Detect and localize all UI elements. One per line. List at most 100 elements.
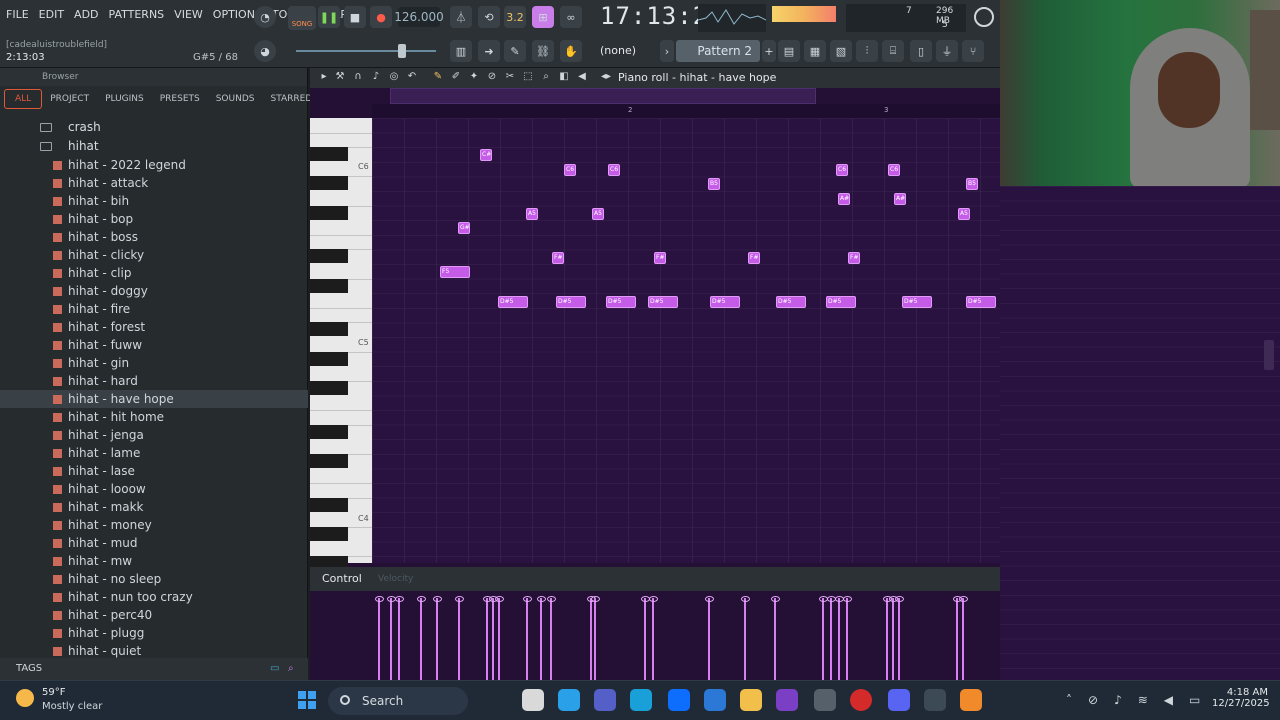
velocity-bar[interactable]: [395, 596, 404, 680]
paint-tool-icon[interactable]: ✐: [450, 71, 462, 83]
black-key[interactable]: [310, 278, 348, 293]
midi-note[interactable]: D#5: [710, 296, 740, 308]
midi-note[interactable]: D#5: [776, 296, 806, 308]
note-grid[interactable]: C#6C6C6B5C6C6B5B5A#5A#5A#5A5A5A5A5G#5G#5…: [372, 118, 1132, 563]
browser-file-item[interactable]: hihat - bih: [0, 192, 308, 210]
browser-tab-plugins[interactable]: PLUGINS: [97, 94, 152, 104]
plug-icon[interactable]: ⏚: [936, 40, 958, 62]
black-key[interactable]: [310, 380, 348, 395]
midi-note[interactable]: D#5: [606, 296, 636, 308]
folder-crash[interactable]: crash: [0, 118, 308, 137]
velocity-bar[interactable]: [417, 596, 426, 680]
midi-note[interactable]: D#5: [826, 296, 856, 308]
timeline-ruler[interactable]: 2 3: [372, 104, 1000, 118]
velocity-bar[interactable]: [959, 596, 968, 680]
black-key[interactable]: [310, 147, 348, 162]
note-icon[interactable]: ♪: [370, 71, 382, 83]
midi-note[interactable]: F#5: [552, 252, 564, 264]
browser-file-item[interactable]: hihat - bop: [0, 210, 308, 228]
camera-icon[interactable]: [814, 689, 836, 711]
undo-icon[interactable]: ↶: [406, 71, 418, 83]
master-pitch-knob-icon[interactable]: ◕: [254, 40, 276, 62]
search-icon[interactable]: ⌕: [288, 658, 294, 680]
copilot-icon[interactable]: [558, 689, 580, 711]
velocity-bar[interactable]: [641, 596, 650, 680]
expand-icon[interactable]: ◂▸: [600, 71, 612, 83]
velocity-bar[interactable]: [495, 596, 504, 680]
vertical-scrollbar[interactable]: [1264, 340, 1274, 370]
pat-song-toggle[interactable]: SONG: [288, 6, 316, 30]
velocity-bar[interactable]: [827, 596, 836, 680]
velocity-bar[interactable]: [483, 596, 492, 680]
wifi-icon[interactable]: ≋: [1138, 693, 1148, 707]
velocity-bar[interactable]: [889, 596, 898, 680]
browser-file-item[interactable]: hihat - attack: [0, 174, 308, 192]
stamp-icon[interactable]: ◎: [388, 71, 400, 83]
velocity-bar[interactable]: [591, 596, 600, 680]
midi-note[interactable]: A#5: [894, 193, 906, 205]
file-explorer-icon[interactable]: [740, 689, 762, 711]
link-icon[interactable]: ⛓: [532, 40, 554, 62]
stop-icon[interactable]: ■: [344, 6, 366, 28]
velocity-bar[interactable]: [489, 596, 498, 680]
delete-tool-icon[interactable]: ✦: [468, 71, 480, 83]
browser-file-item[interactable]: hihat - lase: [0, 462, 308, 480]
save-icon[interactable]: ▯: [910, 40, 932, 62]
volume-icon[interactable]: ◀: [1164, 693, 1173, 707]
browser-file-item[interactable]: hihat - plugg: [0, 624, 308, 642]
browser-file-item[interactable]: hihat - quiet: [0, 642, 308, 658]
add-pattern-icon[interactable]: +: [762, 40, 776, 62]
speaker-icon[interactable]: ◀: [576, 71, 588, 83]
browser-file-item[interactable]: hihat - clip: [0, 264, 308, 282]
midi-note[interactable]: F#5: [654, 252, 666, 264]
clipchamp-icon[interactable]: [776, 689, 798, 711]
midi-note[interactable]: B5: [708, 178, 720, 190]
browser-file-item[interactable]: hihat - hard: [0, 372, 308, 390]
velocity-bar[interactable]: [953, 596, 962, 680]
chatgpt-icon[interactable]: [924, 689, 946, 711]
blend-notes-icon[interactable]: ∞: [560, 6, 582, 28]
browser-file-item[interactable]: hihat - no sleep: [0, 570, 308, 588]
master-volume-knob-icon[interactable]: ◔: [254, 6, 276, 28]
browser-file-item[interactable]: hihat - gin: [0, 354, 308, 372]
midi-note[interactable]: D#5: [556, 296, 586, 308]
browser-file-item[interactable]: hihat - jenga: [0, 426, 308, 444]
velocity-bar[interactable]: [843, 596, 852, 680]
browser-file-item[interactable]: hihat - clicky: [0, 246, 308, 264]
menu-add[interactable]: ADD: [72, 6, 100, 23]
browser-file-item[interactable]: hihat - perc40: [0, 606, 308, 624]
velocity-bar[interactable]: [547, 596, 556, 680]
velocity-bar[interactable]: [375, 596, 384, 680]
tags-bar[interactable]: TAGS ▭ ⌕: [0, 658, 308, 680]
slice-tool-icon[interactable]: ✂: [504, 71, 516, 83]
browser-tab-project[interactable]: PROJECT: [42, 94, 97, 104]
velocity-bar[interactable]: [819, 596, 828, 680]
microphone-icon[interactable]: ♪: [1114, 693, 1122, 707]
browser-file-item[interactable]: hihat - looow: [0, 480, 308, 498]
discord-icon[interactable]: [888, 689, 910, 711]
browser-file-item[interactable]: hihat - fire: [0, 300, 308, 318]
record-icon[interactable]: ●: [370, 6, 392, 28]
mute-tool-icon[interactable]: ⊘: [486, 71, 498, 83]
pattern-selector[interactable]: Pattern 2: [676, 40, 760, 62]
browser-file-item[interactable]: hihat - lame: [0, 444, 308, 462]
velocity-bar[interactable]: [387, 596, 396, 680]
velocity-bar[interactable]: [705, 596, 714, 680]
browser-file-item[interactable]: hihat - money: [0, 516, 308, 534]
mixer-icon[interactable]: ⫶: [856, 40, 878, 62]
piano-roll-grid-extension[interactable]: [1000, 186, 1280, 680]
midi-note[interactable]: C6: [836, 164, 848, 176]
piano-keys-icon[interactable]: ▥: [450, 40, 472, 62]
piano-roll-icon[interactable]: ▦: [804, 40, 826, 62]
task-view-icon[interactable]: [522, 689, 544, 711]
midi-note[interactable]: F5: [440, 266, 470, 278]
note-overview-strip[interactable]: [390, 88, 816, 104]
midi-note[interactable]: F#5: [848, 252, 860, 264]
typing-keyboard-icon[interactable]: ⊞: [532, 6, 554, 28]
chevron-right-icon[interactable]: ›: [660, 40, 674, 62]
browser-file-item[interactable]: hihat - 2022 legend: [0, 156, 308, 174]
taskbar-search[interactable]: Search: [328, 687, 468, 715]
black-key[interactable]: [310, 351, 348, 366]
midi-note[interactable]: A5: [592, 208, 604, 220]
midi-note[interactable]: D#5: [498, 296, 528, 308]
